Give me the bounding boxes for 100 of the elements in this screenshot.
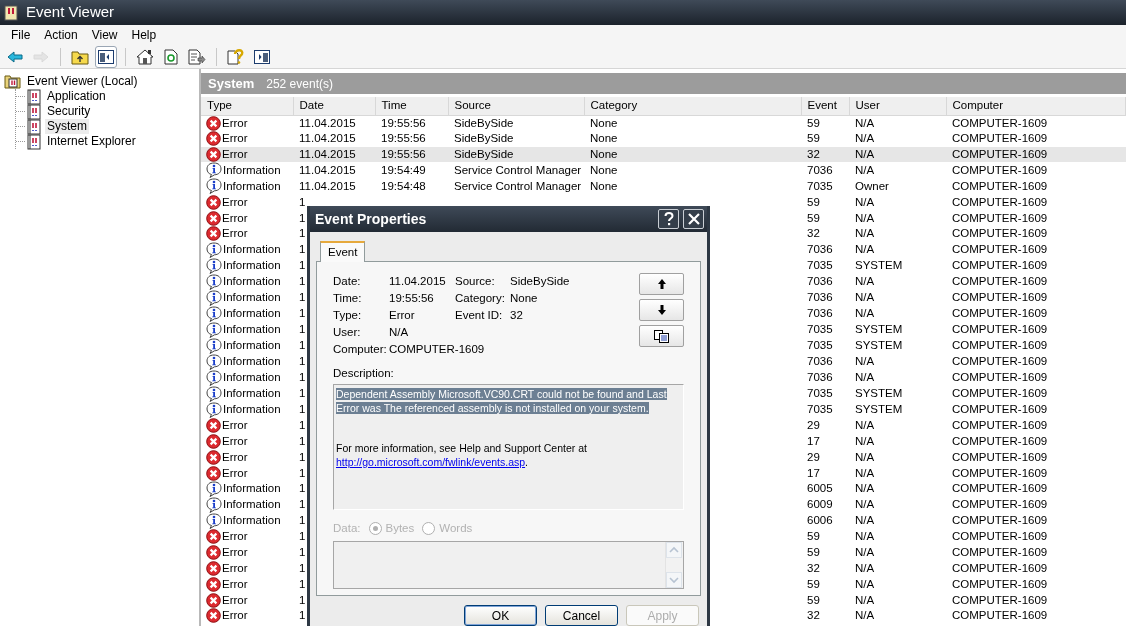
close-icon: [687, 213, 700, 225]
selected-cell[interactable]: SideBySide: [448, 146, 584, 163]
event-type: Information: [223, 370, 281, 386]
event-type: Error: [222, 465, 248, 481]
table-cell: SideBySide: [454, 132, 514, 145]
log-icon: [26, 133, 42, 150]
menu-item[interactable]: Help: [124, 26, 164, 44]
window-title: Event Viewer: [26, 2, 115, 23]
info-icon: [206, 369, 222, 386]
data-label: Data:: [333, 520, 361, 536]
table-cell: None: [590, 116, 618, 129]
help-button[interactable]: [658, 209, 679, 229]
table-cell: 7035: [807, 387, 833, 400]
table-cell: 1: [299, 514, 306, 527]
error-icon: [206, 449, 221, 465]
table-cell: COMPUTER-1609: [952, 275, 1048, 288]
table-cell: 1: [299, 593, 306, 606]
tree-item[interactable]: Internet Explorer: [45, 134, 138, 149]
selected-cell[interactable]: COMPUTER-1609: [946, 146, 1126, 163]
table-cell: 1: [299, 355, 306, 368]
table-cell: SYSTEM: [855, 259, 903, 272]
table-cell: None: [590, 163, 618, 176]
next-button[interactable]: [639, 299, 684, 322]
selected-type-cell[interactable]: Error: [201, 146, 293, 163]
column-header[interactable]: Source: [448, 97, 584, 115]
field-value: 11.04.2015: [389, 274, 447, 290]
menu-item[interactable]: File: [4, 26, 38, 44]
tree-item[interactable]: Security: [45, 104, 93, 119]
column-header[interactable]: Category: [584, 97, 801, 115]
folder-icon: [71, 48, 89, 65]
column-header[interactable]: Computer: [946, 97, 1126, 115]
previous-button[interactable]: [639, 273, 684, 296]
table-cell: 29: [807, 450, 820, 463]
copy-button[interactable]: [639, 325, 684, 348]
menu-item[interactable]: Action: [37, 26, 85, 44]
column-header[interactable]: Type: [201, 97, 293, 115]
toolbar-button[interactable]: [95, 45, 117, 68]
table-cell: 1: [299, 371, 306, 384]
house-icon: [136, 48, 154, 65]
column-header[interactable]: Date: [293, 97, 375, 115]
table-cell: 1: [299, 307, 306, 320]
field-value: 19:55:56: [389, 291, 435, 307]
table-cell: 1: [299, 227, 306, 240]
description-text: Dependent Assembly Microsoft.VC90.CRT could not be found and Last Error was The referenced assembly is not installed on your system.: [336, 386, 668, 415]
table-cell: 6005: [807, 482, 833, 495]
menu-item[interactable]: View: [84, 26, 125, 44]
table-cell: 59: [807, 195, 820, 208]
info-icon: [206, 385, 222, 402]
column-header[interactable]: User: [849, 97, 946, 115]
table-cell: COMPUTER-1609: [952, 514, 1048, 527]
dialog-button[interactable]: OK: [464, 605, 537, 626]
field-label: Type:: [333, 308, 363, 324]
table-cell: COMPUTER-1609: [952, 291, 1048, 304]
table-cell: 1: [299, 609, 306, 622]
selected-cell[interactable]: 11.04.2015: [293, 146, 375, 163]
table-cell: 29: [807, 419, 820, 432]
table-cell: N/A: [855, 227, 875, 240]
event-type: Information: [223, 274, 281, 290]
close-button[interactable]: [683, 209, 704, 229]
tab[interactable]: Event: [320, 241, 366, 263]
table-cell: 1: [299, 211, 306, 224]
event-type: Error: [222, 449, 248, 465]
selected-cell[interactable]: 32: [801, 146, 849, 163]
up-arrow-icon: [657, 279, 666, 290]
event-type: Error: [222, 545, 248, 561]
table-cell: 6009: [807, 498, 833, 511]
table-cell: N/A: [855, 132, 875, 145]
table-cell: N/A: [855, 434, 875, 447]
copy-icon: [654, 329, 669, 343]
selected-cell[interactable]: N/A: [849, 146, 946, 163]
column-header[interactable]: Event: [801, 97, 849, 115]
table-cell: COMPUTER-1609: [952, 450, 1048, 463]
table-cell: N/A: [855, 466, 875, 479]
table-cell: N/A: [855, 450, 875, 463]
field-label: Category:: [455, 291, 506, 307]
table-cell: 59: [807, 530, 820, 543]
panel-icon: [254, 49, 270, 64]
field-value: SideBySide: [510, 274, 571, 290]
event-type: Information: [223, 162, 281, 178]
info-icon: [206, 289, 222, 306]
tree-item[interactable]: Event Viewer (Local): [25, 74, 140, 89]
selected-cell[interactable]: 19:55:56: [375, 146, 448, 163]
event-type: Information: [223, 513, 281, 529]
panel-title: System: [208, 74, 255, 93]
table-cell: 1: [299, 291, 306, 304]
table-cell: COMPUTER-1609: [952, 387, 1048, 400]
event-type: Error: [222, 560, 248, 576]
tree-item[interactable]: System: [45, 119, 89, 134]
error-icon: [206, 529, 221, 545]
panel-icon: [98, 49, 114, 64]
tree-item[interactable]: Application: [45, 89, 108, 104]
info-icon: [206, 496, 222, 513]
selected-cell[interactable]: None: [584, 146, 801, 163]
event-type: Information: [223, 402, 281, 418]
error-icon: [206, 433, 221, 449]
table-cell: Service Control Manager: [454, 179, 582, 192]
field-label: Event ID:: [455, 308, 504, 324]
event-type: Error: [222, 592, 248, 608]
dialog-button[interactable]: Cancel: [545, 605, 618, 626]
column-header[interactable]: Time: [375, 97, 448, 115]
